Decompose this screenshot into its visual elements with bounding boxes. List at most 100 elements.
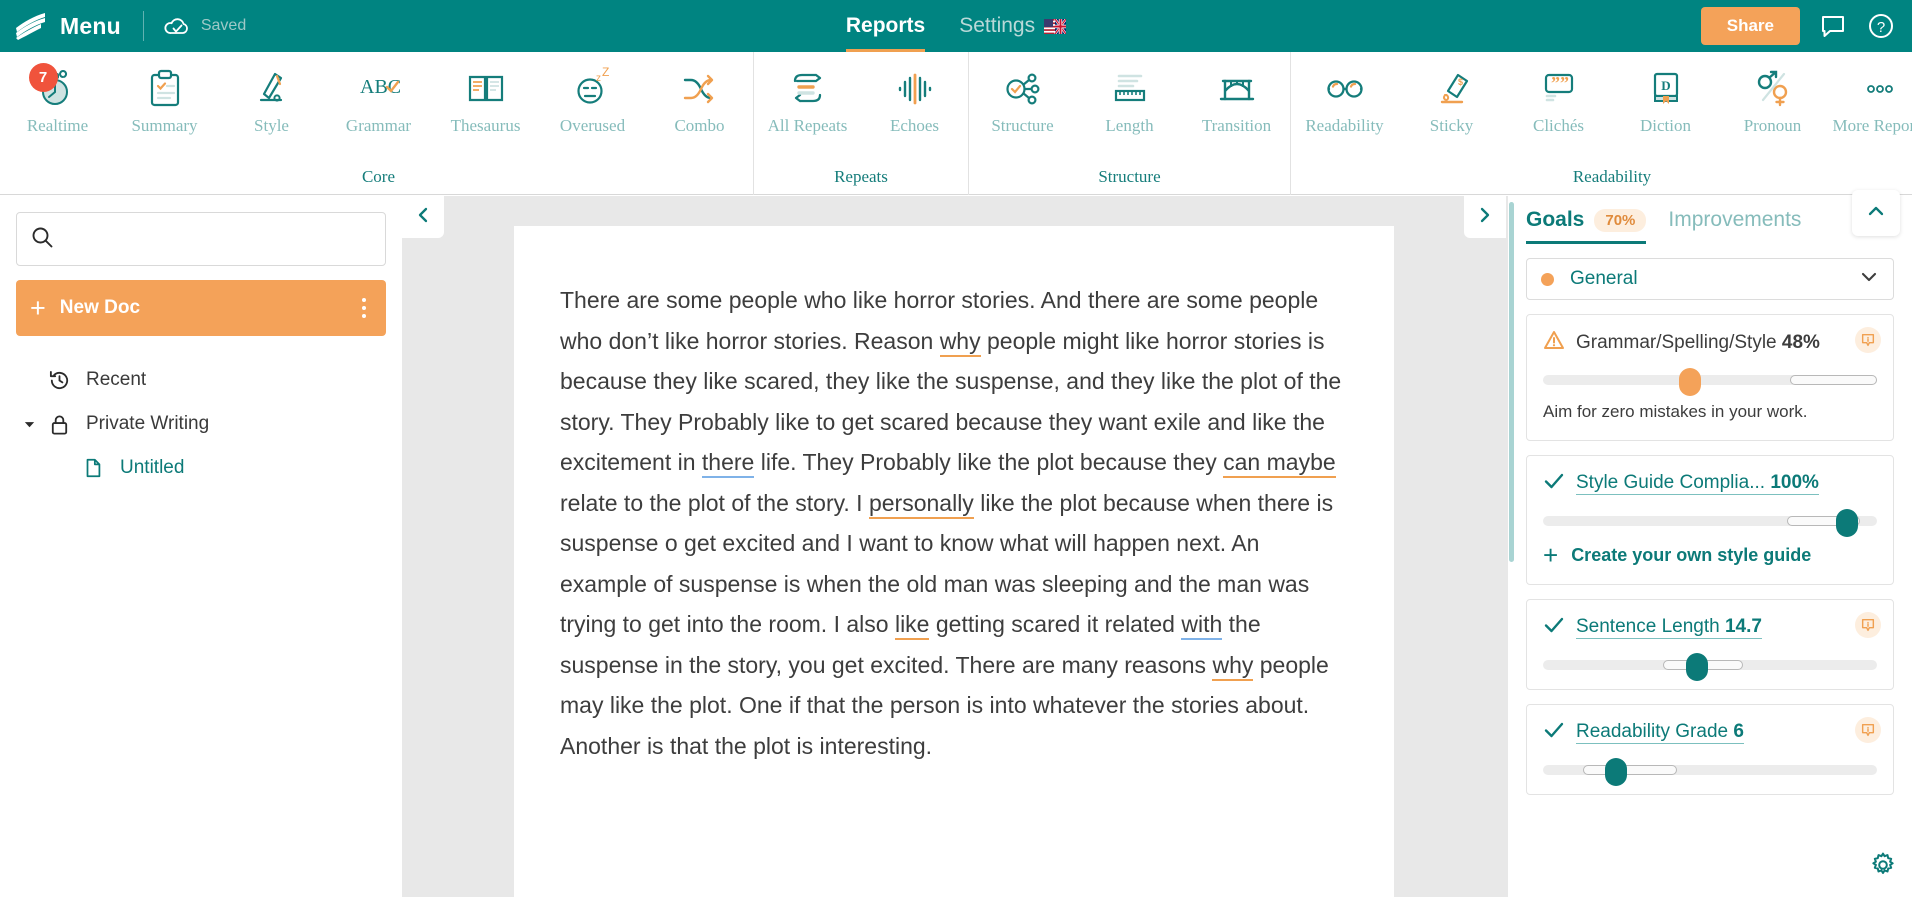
- us-uk-flag-icon[interactable]: [1044, 17, 1068, 35]
- report-button-thesaurus[interactable]: Thesaurus: [432, 60, 539, 136]
- report-button-readability[interactable]: Readability: [1291, 60, 1398, 136]
- lock-icon: [42, 413, 76, 436]
- repeat-arrows-icon: [786, 66, 830, 112]
- goal-card-sentence-length: Sentence Length 14.7: [1526, 599, 1894, 690]
- tree-item-recent[interactable]: Recent: [16, 358, 386, 402]
- goal-slider[interactable]: [1543, 758, 1877, 786]
- info-icon[interactable]: [1855, 717, 1881, 743]
- search-icon: [31, 226, 53, 253]
- goals-panel: Goals 70% Improvements General Grammar/S…: [1464, 190, 1912, 897]
- goal-slider[interactable]: [1543, 368, 1877, 396]
- editor-area: There are some people who like horror st…: [402, 196, 1508, 897]
- tree-item-private-writing[interactable]: Private Writing: [16, 402, 386, 446]
- report-button-style[interactable]: Style: [218, 60, 325, 136]
- info-icon[interactable]: [1855, 327, 1881, 353]
- document-text-run: life. They Probably like the plot becaus…: [754, 449, 1224, 475]
- document-page[interactable]: There are some people who like horror st…: [514, 226, 1394, 897]
- suggestion-orange[interactable]: personally: [868, 489, 974, 519]
- slider-knob[interactable]: [1685, 653, 1708, 681]
- svg-text:?: ?: [1877, 19, 1885, 36]
- suggestion-blue[interactable]: with: [1181, 611, 1223, 640]
- help-circle-icon[interactable]: ?: [1866, 11, 1896, 41]
- kebab-menu-icon[interactable]: [356, 294, 372, 322]
- report-button-sticky[interactable]: $ Sticky: [1398, 60, 1505, 136]
- report-button-label: Sticky: [1429, 116, 1474, 135]
- report-button-diction[interactable]: D Diction: [1612, 60, 1719, 136]
- ribbon-group-core: 7 Realtime Summary Style ABC Grammar Thes…: [4, 52, 753, 195]
- chevron-left-icon: [414, 206, 432, 229]
- ribbon-group-label: Structure: [1098, 167, 1161, 186]
- suggestion-orange[interactable]: like: [894, 611, 930, 640]
- create-style-guide-link[interactable]: + Create your own style guide: [1543, 542, 1877, 568]
- caret-down-icon[interactable]: [16, 418, 42, 431]
- shuffle-arrows-icon: [678, 66, 722, 112]
- document-text[interactable]: There are some people who like horror st…: [560, 280, 1348, 766]
- slider-knob[interactable]: [1678, 368, 1701, 396]
- goal-header: Readability Grade 6: [1543, 719, 1877, 746]
- report-button-label: All Repeats: [767, 116, 848, 135]
- report-button-grammar[interactable]: ABC Grammar: [325, 60, 432, 136]
- stopwatch-icon: 7: [28, 63, 80, 112]
- left-sidebar: + New Doc Recent Private Writing Untitle…: [0, 196, 402, 897]
- collapse-sidebar-button[interactable]: [402, 196, 444, 238]
- report-button-echoes[interactable]: Echoes: [861, 60, 968, 136]
- search-input[interactable]: [65, 230, 371, 248]
- info-icon[interactable]: [1855, 612, 1881, 638]
- gear-icon[interactable]: [1870, 852, 1896, 883]
- search-box[interactable]: [16, 212, 386, 266]
- report-button-more-reports[interactable]: More Reports: [1826, 60, 1912, 136]
- report-button-all-repeats[interactable]: All Repeats: [754, 60, 861, 136]
- slider-knob[interactable]: [1605, 758, 1628, 786]
- report-button-realtime[interactable]: 7 Realtime: [4, 60, 111, 136]
- chat-bubble-icon[interactable]: [1818, 11, 1848, 41]
- report-button-label: Transition: [1201, 116, 1272, 135]
- goal-slider[interactable]: [1543, 509, 1877, 537]
- document-text-run: relate to the plot of the story. I: [560, 489, 869, 516]
- collapse-panel-up-button[interactable]: [1852, 190, 1900, 236]
- suggestion-blue[interactable]: there: [701, 449, 755, 478]
- suggestion-orange[interactable]: can maybe: [1223, 449, 1336, 478]
- report-button-combo[interactable]: Combo: [646, 60, 753, 136]
- chevron-down-icon: [1859, 267, 1879, 292]
- goal-title[interactable]: Readability Grade 6: [1576, 721, 1744, 744]
- suggestion-orange[interactable]: why: [1212, 651, 1254, 681]
- goal-title: Grammar/Spelling/Style 48%: [1576, 331, 1820, 353]
- report-button-length[interactable]: Length: [1076, 60, 1183, 136]
- goal-value: 48%: [1781, 331, 1820, 353]
- tab-reports[interactable]: Reports: [845, 0, 926, 52]
- clipboard-check-icon: [143, 66, 187, 112]
- ellipsis-icon: [1858, 66, 1902, 112]
- new-doc-button[interactable]: + New Doc: [16, 280, 386, 336]
- tree-item-label: Untitled: [120, 457, 185, 478]
- tab-goals[interactable]: Goals 70%: [1526, 196, 1647, 244]
- goals-panel-body: General Grammar/Spelling/Style 48% Aim f…: [1508, 244, 1912, 897]
- tab-settings[interactable]: Settings: [959, 0, 1068, 52]
- report-button-transition[interactable]: Transition: [1183, 60, 1290, 136]
- slider-target-range: [1583, 765, 1677, 775]
- tab-settings-label: Settings: [959, 14, 1036, 37]
- warning-triangle-icon: [1543, 329, 1565, 356]
- slider-knob[interactable]: [1835, 509, 1858, 537]
- report-button-structure[interactable]: Structure: [969, 60, 1076, 136]
- goal-title[interactable]: Sentence Length 14.7: [1576, 616, 1762, 639]
- svg-text:””: ””: [1551, 73, 1569, 93]
- report-button-summary[interactable]: Summary: [111, 60, 218, 136]
- svg-text:Z: Z: [602, 67, 609, 79]
- goal-card-readability-grade: Readability Grade 6: [1526, 704, 1894, 795]
- report-button-overused[interactable]: z Z Overused: [539, 60, 646, 136]
- tab-improvements[interactable]: Improvements: [1668, 196, 1801, 244]
- goal-category-select[interactable]: General: [1526, 258, 1894, 300]
- report-button-label: Overused: [559, 116, 626, 135]
- report-button-clich-s[interactable]: ”” Clichés: [1505, 60, 1612, 136]
- ribbon-group-readability: Readability $ Sticky ”” Clichés D Dictio…: [1290, 52, 1912, 195]
- goal-value: 100%: [1770, 472, 1819, 493]
- share-button[interactable]: Share: [1700, 7, 1800, 45]
- collapse-goals-panel-button[interactable]: [1464, 196, 1506, 238]
- tree-item-untitled[interactable]: Untitled: [16, 446, 386, 490]
- goal-slider[interactable]: [1543, 653, 1877, 681]
- category-label: General: [1570, 268, 1638, 289]
- goal-note: Aim for zero mistakes in your work.: [1543, 402, 1808, 421]
- goal-title[interactable]: Style Guide Complia... 100%: [1576, 472, 1819, 495]
- report-button-pronoun[interactable]: Pronoun: [1719, 60, 1826, 136]
- suggestion-orange[interactable]: why: [939, 327, 981, 357]
